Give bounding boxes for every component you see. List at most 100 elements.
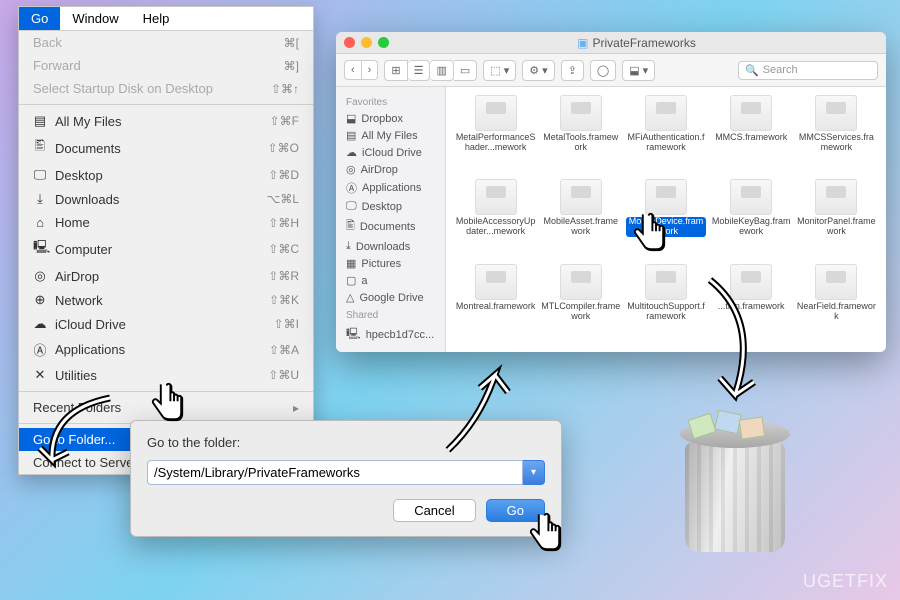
sidebar-item[interactable]: ▢a xyxy=(336,272,445,289)
finder-window: ▣ PrivateFrameworks ‹ › ⊞ ☰ ▥ ▭ ⬚ ▾ ⚙ ▾ ⇪… xyxy=(336,32,886,352)
menu-allfiles[interactable]: ▤All My Files⇧⌘F xyxy=(19,109,313,133)
goto-dropdown[interactable]: ▾ xyxy=(523,460,545,485)
search-field[interactable]: 🔍Search xyxy=(738,61,878,80)
cancel-button[interactable]: Cancel xyxy=(393,499,475,522)
minimize-button[interactable] xyxy=(361,37,372,48)
framework-icon xyxy=(730,179,772,215)
menu-startup: Select Startup Disk on Desktop⇧⌘↑ xyxy=(19,77,313,100)
sidebar-icon: ◎ xyxy=(346,163,356,176)
utilities-icon: ✕ xyxy=(33,367,47,383)
sidebar-item[interactable]: 🖳hpecb1d7cc... xyxy=(336,323,445,346)
sidebar: Favorites ⬓Dropbox▤All My Files☁iCloud D… xyxy=(336,87,446,352)
sidebar-item[interactable]: ⬓Dropbox xyxy=(336,110,445,127)
dropbox-button[interactable]: ⬓ ▾ xyxy=(622,60,655,81)
file-grid: MetalPerformanceShader...meworkMetalTool… xyxy=(446,87,886,352)
view-cover-button[interactable]: ▭ xyxy=(454,60,477,81)
sidebar-icon: ▦ xyxy=(346,257,356,270)
computer-icon: 🖳 xyxy=(33,238,47,260)
menu-window[interactable]: Window xyxy=(60,7,130,30)
view-column-button[interactable]: ▥ xyxy=(430,60,453,81)
watermark: UGETFIX xyxy=(803,571,888,592)
menu-network[interactable]: ⊕Network⇧⌘K xyxy=(19,288,313,312)
menu-utilities[interactable]: ✕Utilities⇧⌘U xyxy=(19,363,313,387)
action-button[interactable]: ⚙ ▾ xyxy=(522,60,554,81)
file-item[interactable]: MonitorPanel.framework xyxy=(795,179,878,259)
file-item[interactable]: MetalPerformanceShader...mework xyxy=(454,95,537,175)
file-item[interactable]: MobileAsset.framework xyxy=(539,179,622,259)
menu-downloads[interactable]: ⤓Downloads⌥⌘L xyxy=(19,187,313,211)
network-icon: ⊕ xyxy=(33,292,47,308)
tags-button[interactable]: ◯ xyxy=(590,60,616,81)
sidebar-icon: ☁ xyxy=(346,146,357,159)
icloud-icon: ☁ xyxy=(33,316,47,332)
folder-icon: ▣ xyxy=(577,36,588,50)
view-icon-button[interactable]: ⊞ xyxy=(384,60,407,81)
file-item[interactable]: Montreal.framework xyxy=(454,264,537,344)
menu-computer[interactable]: 🖳Computer⇧⌘C xyxy=(19,234,313,264)
framework-icon xyxy=(815,95,857,131)
file-item[interactable]: MetalTools.framework xyxy=(539,95,622,175)
sidebar-item[interactable]: ☁iCloud Drive xyxy=(336,144,445,161)
menu-help[interactable]: Help xyxy=(131,7,182,30)
allfiles-icon: ▤ xyxy=(33,113,47,129)
framework-icon xyxy=(560,264,602,300)
sidebar-item[interactable]: ⒶApplications xyxy=(336,178,445,198)
zoom-button[interactable] xyxy=(378,37,389,48)
menu-icloud[interactable]: ☁iCloud Drive⇧⌘I xyxy=(19,312,313,336)
framework-icon xyxy=(645,179,687,215)
downloads-icon: ⤓ xyxy=(33,191,47,207)
framework-icon xyxy=(560,179,602,215)
sidebar-icon: ▤ xyxy=(346,129,356,142)
tutorial-arrow-1 xyxy=(30,390,140,480)
file-item[interactable]: MobileDevice.framework xyxy=(624,179,707,259)
documents-icon: 🖺 xyxy=(33,137,47,159)
arrange-button[interactable]: ⬚ ▾ xyxy=(483,60,516,81)
sidebar-shared-header: Shared xyxy=(336,306,445,323)
share-button[interactable]: ⇪ xyxy=(561,60,584,81)
nav-forward-button[interactable]: › xyxy=(362,60,379,80)
sidebar-icon: 🖵 xyxy=(346,200,357,213)
file-item[interactable]: MFiAuthentication.framework xyxy=(624,95,707,175)
goto-path-input[interactable] xyxy=(147,460,523,485)
menu-go[interactable]: Go xyxy=(19,7,60,30)
framework-icon xyxy=(475,95,517,131)
file-item[interactable]: MobileAccessoryUpdater...mework xyxy=(454,179,537,259)
sidebar-item[interactable]: 🖵Desktop xyxy=(336,198,445,215)
file-item[interactable]: MMCSServices.framework xyxy=(795,95,878,175)
file-item[interactable]: MTLCompiler.framework xyxy=(539,264,622,344)
sidebar-item[interactable]: 🖺Documents xyxy=(336,215,445,238)
chevron-down-icon: ▾ xyxy=(531,467,536,478)
sidebar-item[interactable]: △Google Drive xyxy=(336,289,445,306)
view-list-button[interactable]: ☰ xyxy=(408,60,431,81)
sidebar-item[interactable]: ◎AirDrop xyxy=(336,161,445,178)
go-button[interactable]: Go xyxy=(486,499,545,522)
menu-documents[interactable]: 🖺Documents⇧⌘O xyxy=(19,133,313,163)
menu-back: Back⌘[ xyxy=(19,31,313,54)
sidebar-item[interactable]: ▤All My Files xyxy=(336,127,445,144)
file-item[interactable]: MMCS.framework xyxy=(710,95,793,175)
desktop-icon: 🖵 xyxy=(33,167,47,183)
framework-icon xyxy=(475,264,517,300)
sidebar-item[interactable]: ▦Pictures xyxy=(336,255,445,272)
trash-can[interactable] xyxy=(670,420,800,570)
tutorial-arrow-2 xyxy=(430,360,520,460)
menu-desktop[interactable]: 🖵Desktop⇧⌘D xyxy=(19,163,313,187)
sidebar-icon: ⤓ xyxy=(346,240,351,253)
sidebar-icon: ⬓ xyxy=(346,112,356,125)
framework-icon xyxy=(815,264,857,300)
menu-apps[interactable]: ⒶApplications⇧⌘A xyxy=(19,336,313,363)
sidebar-icon: Ⓐ xyxy=(346,180,357,196)
framework-icon xyxy=(645,95,687,131)
close-button[interactable] xyxy=(344,37,355,48)
menu-airdrop[interactable]: ◎AirDrop⇧⌘R xyxy=(19,264,313,288)
menu-home[interactable]: ⌂Home⇧⌘H xyxy=(19,211,313,234)
sidebar-icon: ▢ xyxy=(346,274,356,287)
file-item[interactable]: MobileKeyBag.framework xyxy=(710,179,793,259)
tutorial-arrow-3 xyxy=(680,270,780,410)
sidebar-item[interactable]: ⤓Downloads xyxy=(336,238,445,255)
nav-back-button[interactable]: ‹ xyxy=(344,60,362,80)
file-item[interactable]: NearField.framework xyxy=(795,264,878,344)
apps-icon: Ⓐ xyxy=(33,340,47,359)
window-title: PrivateFrameworks xyxy=(592,36,695,50)
sidebar-icon: 🖺 xyxy=(346,217,355,236)
